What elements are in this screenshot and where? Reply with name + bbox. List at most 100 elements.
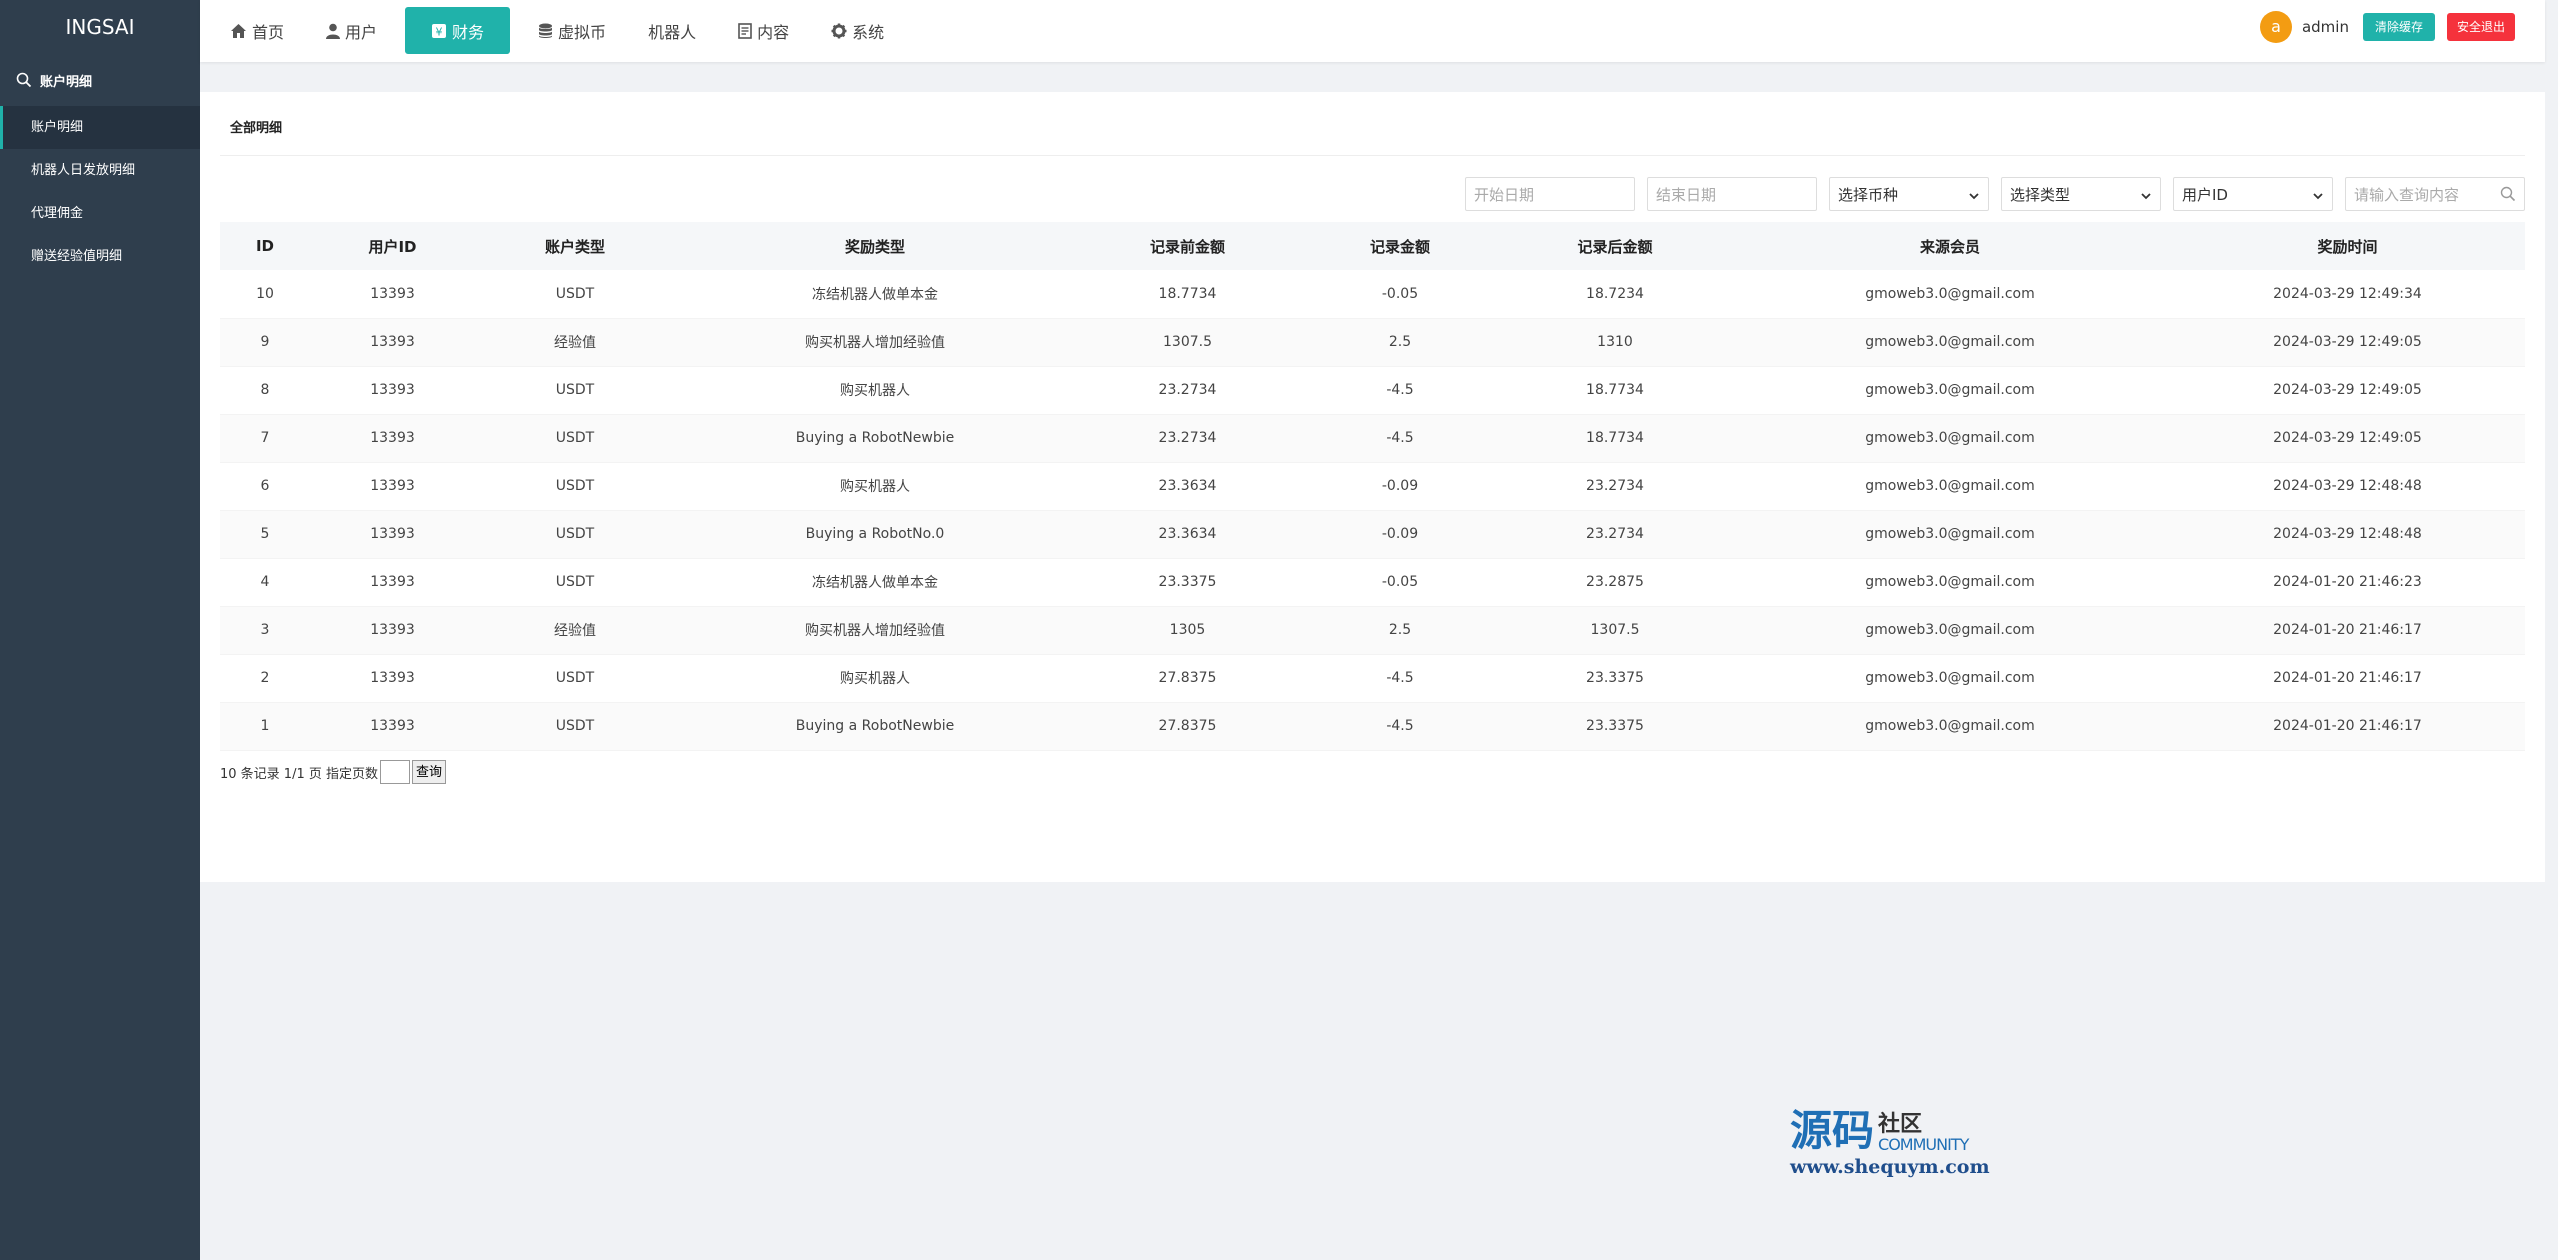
table-row: 5 13393 USDT Buying a RobotNo.0 23.3634 -0.09…: [220, 510, 2525, 558]
table-header-cell: 奖励时间: [2317, 237, 2378, 256]
nav-user[interactable]: 用户: [312, 7, 391, 54]
nav-finance[interactable]: ¥ 财务: [405, 7, 511, 54]
nav-finance-label: 财务: [452, 22, 485, 42]
table-cell: 13393: [370, 334, 415, 350]
table-cell: -4.5: [1386, 430, 1414, 446]
start-date-input[interactable]: 开始日期: [1465, 177, 1635, 211]
table-cell: -0.09: [1381, 478, 1419, 494]
database-icon: [538, 23, 553, 39]
user-field-select-value: 用户ID: [2182, 185, 2228, 204]
table-cell: 18.7734: [1158, 285, 1217, 302]
table-cell: gmoweb3.0@gmail.com: [1865, 574, 2035, 590]
table-cell: 10: [256, 285, 274, 302]
table-cell: 23.3375: [1158, 574, 1217, 590]
header-user-area: a admin 清除缓存 安全退出: [2259, 11, 2515, 43]
chevron-down-icon: [2140, 188, 2152, 206]
nav-home-label: 首页: [252, 22, 285, 42]
table-cell: 13393: [370, 430, 415, 446]
pagination: 10 条记录 1/1 页 指定页数 查询: [220, 760, 447, 784]
table-header-cell: 账户类型: [544, 237, 605, 256]
nav-robot[interactable]: 机器人: [634, 7, 710, 54]
table-header-cell: ID: [255, 237, 275, 255]
nav-user-label: 用户: [345, 22, 378, 42]
page-number-input[interactable]: [380, 760, 410, 784]
nav-content[interactable]: 内容: [724, 7, 803, 54]
table-cell: 8: [260, 382, 270, 398]
app-logo: INGSAI: [65, 15, 135, 39]
sidebar-item-robot-daily[interactable]: 机器人日发放明细: [0, 149, 200, 192]
table-cell: USDT: [555, 285, 595, 302]
nav-crypto[interactable]: 虚拟币: [524, 7, 620, 54]
table-cell: gmoweb3.0@gmail.com: [1865, 622, 2035, 638]
table-cell: Buying a RobotNewbie: [795, 718, 955, 734]
table-cell: -4.5: [1386, 382, 1414, 398]
sidebar-item-gift-exp[interactable]: 赠送经验值明细: [0, 235, 200, 278]
table-row: 6 13393 USDT 购买机器人 23.3634 -0.09 23.2734 gmoweb…: [220, 462, 2525, 510]
table-cell: 13393: [370, 285, 415, 302]
table-cell: 2024-03-29 12:49:34: [2273, 285, 2422, 302]
pagination-info: 10 条记录 1/1 页 指定页数: [220, 766, 378, 782]
table-cell: 冻结机器人做单本金: [812, 575, 938, 591]
nav-robot-label: 机器人: [648, 22, 697, 42]
table-row: 7 13393 USDT Buying a RobotNewbie 23.2734 -4.…: [220, 414, 2525, 462]
sidebar-item-account-detail[interactable]: 账户明细: [0, 106, 200, 149]
user-field-select[interactable]: 用户ID: [2173, 177, 2333, 211]
table-cell: 6: [260, 478, 270, 494]
sidebar-item-agent-commission[interactable]: 代理佣金: [0, 192, 200, 235]
table-cell: 23.2734: [1158, 382, 1217, 398]
end-date-input[interactable]: 结束日期: [1647, 177, 1817, 211]
table-cell: gmoweb3.0@gmail.com: [1865, 382, 2035, 398]
nav-content-label: 内容: [757, 22, 790, 42]
table-cell: 2024-01-20 21:46:23: [2273, 574, 2422, 590]
gear-icon: [831, 23, 847, 39]
avatar[interactable]: a: [2259, 11, 2292, 43]
table-header-cell: 奖励类型: [844, 237, 905, 256]
table-cell: Buying a RobotNewbie: [795, 430, 955, 446]
table-cell: -4.5: [1386, 670, 1414, 686]
table-cell: 13393: [370, 526, 415, 542]
table-cell: 2024-03-29 12:49:05: [2273, 430, 2422, 446]
table-cell: 23.3375: [1586, 718, 1644, 734]
type-select[interactable]: 选择类型: [2001, 177, 2161, 211]
table-cell: 1307.5: [1163, 334, 1212, 350]
currency-select[interactable]: 选择币种: [1829, 177, 1989, 211]
nav-home[interactable]: 首页: [216, 7, 298, 54]
divider: [220, 155, 2525, 156]
table-cell: -0.05: [1381, 574, 1419, 590]
table-cell: USDT: [555, 382, 595, 398]
table-cell: 13393: [370, 622, 415, 638]
page-go-button[interactable]: 查询: [412, 760, 447, 784]
table-body: 10 13393 USDT 冻结机器人做单本金 18.7734 -0.05 18.7234 g…: [220, 270, 2525, 750]
table-cell: 18.7734: [1586, 382, 1644, 398]
search-icon[interactable]: [2500, 186, 2516, 206]
chevron-down-icon: [1968, 188, 1980, 206]
table-row: 2 13393 USDT 购买机器人 27.8375 -4.5 23.3375 gmoweb3…: [220, 654, 2525, 702]
table-cell: 23.2734: [1158, 430, 1217, 446]
table-cell: 27.8375: [1158, 718, 1217, 734]
table-cell: 2024-03-29 12:49:05: [2273, 334, 2422, 350]
nav-system[interactable]: 系统: [817, 7, 898, 54]
logout-button[interactable]: 安全退出: [2446, 13, 2515, 41]
table-cell: 13393: [370, 382, 415, 398]
top-nav: 首页 用户 ¥ 财务 虚拟币 机器人 内容 系统: [216, 7, 912, 54]
table-header-cell: 记录后金额: [1577, 237, 1653, 256]
clear-cache-button[interactable]: 清除缓存: [2362, 13, 2435, 41]
table-cell: 23.2875: [1586, 574, 1644, 590]
table-cell: gmoweb3.0@gmail.com: [1865, 478, 2035, 494]
table-cell: 18.7734: [1586, 430, 1644, 446]
table-cell: USDT: [555, 670, 595, 686]
top-header: 首页 用户 ¥ 财务 虚拟币 机器人 内容 系统 a admin 清除缓存 安全…: [200, 0, 2545, 62]
table-row: 9 13393 经验值 购买机器人增加经验值 1307.5 2.5 1310 gmoweb3.…: [220, 318, 2525, 366]
table-cell: gmoweb3.0@gmail.com: [1865, 334, 2035, 350]
sidebar-group-account[interactable]: 账户明细: [0, 54, 200, 106]
search-input[interactable]: 请输入查询内容: [2345, 177, 2525, 211]
table-cell: 2024-03-29 12:48:48: [2273, 526, 2422, 542]
username[interactable]: admin: [2302, 18, 2349, 36]
type-select-value: 选择类型: [2010, 185, 2071, 204]
table-cell: 23.2734: [1586, 526, 1644, 542]
table-cell: 4: [260, 574, 270, 590]
table-row: 4 13393 USDT 冻结机器人做单本金 23.3375 -0.05 23.2875 gm…: [220, 558, 2525, 606]
table-cell: 购买机器人增加经验值: [805, 335, 945, 351]
table-cell: 1: [260, 718, 270, 734]
table-row: 3 13393 经验值 购买机器人增加经验值 1305 2.5 1307.5 gmoweb3.…: [220, 606, 2525, 654]
